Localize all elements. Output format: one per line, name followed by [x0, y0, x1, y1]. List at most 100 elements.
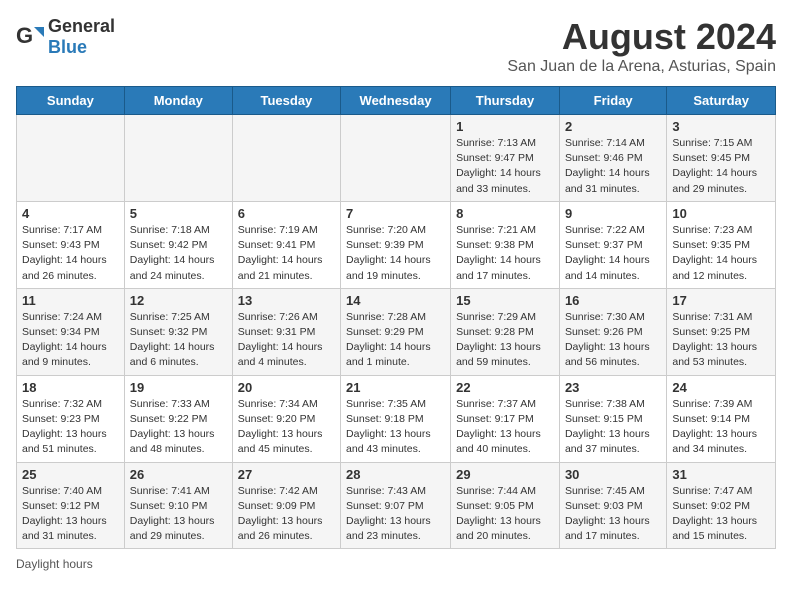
svg-text:G: G [16, 23, 33, 48]
day-info: Sunrise: 7:33 AM Sunset: 9:22 PM Dayligh… [130, 397, 227, 458]
day-cell-15: 15Sunrise: 7:29 AM Sunset: 9:28 PM Dayli… [451, 288, 560, 375]
day-info: Sunrise: 7:21 AM Sunset: 9:38 PM Dayligh… [456, 223, 554, 284]
day-number: 24 [672, 380, 770, 395]
day-info: Sunrise: 7:47 AM Sunset: 9:02 PM Dayligh… [672, 484, 770, 545]
day-cell-29: 29 Sunrise: 7:44 AM Sunset: 9:05 PM Dayli… [451, 462, 560, 549]
day-info: Sunrise: 7:41 AM Sunset: 9:10 PM Dayligh… [130, 484, 227, 545]
day-number: 10 [672, 206, 770, 221]
day-number: 3 [672, 119, 770, 134]
day-number: 25 [22, 467, 119, 482]
day-info: Sunrise: 7:15 AM Sunset: 9:45 PM Dayligh… [672, 136, 770, 197]
day-number: 16 [565, 293, 661, 308]
logo-text-general: General [48, 16, 115, 36]
day-info: Sunrise: 7:13 AM Sunset: 9:47 PM Dayligh… [456, 136, 554, 197]
day-cell-23: 23Sunrise: 7:38 AM Sunset: 9:15 PM Dayli… [559, 375, 666, 462]
day-info: Sunrise: 7:28 AM Sunset: 9:29 PM Dayligh… [346, 310, 445, 371]
day-number: 5 [130, 206, 227, 221]
col-header-tuesday: Tuesday [232, 87, 340, 115]
day-number: 19 [130, 380, 227, 395]
day-number: 21 [346, 380, 445, 395]
day-cell-24: 24 Sunrise: 7:39 AM Sunset: 9:14 PM Dayli… [667, 375, 776, 462]
day-number: 4 [22, 206, 119, 221]
day-info: Sunrise: 7:39 AM Sunset: 9:14 PM Dayligh… [672, 397, 770, 458]
col-header-monday: Monday [124, 87, 232, 115]
day-cell-2: 2Sunrise: 7:14 AM Sunset: 9:46 PM Daylig… [559, 115, 666, 202]
footer-note: Daylight hours [16, 557, 776, 571]
day-number: 7 [346, 206, 445, 221]
day-info: Sunrise: 7:44 AM Sunset: 9:05 PM Dayligh… [456, 484, 554, 545]
day-cell-17: 17 Sunrise: 7:31 AM Sunset: 9:25 PM Dayli… [667, 288, 776, 375]
col-header-wednesday: Wednesday [341, 87, 451, 115]
day-cell-4: 4 Sunrise: 7:17 AM Sunset: 9:43 PM Daylig… [17, 201, 125, 288]
day-cell-13: 13Sunrise: 7:26 AM Sunset: 9:31 PM Dayli… [232, 288, 340, 375]
day-cell-18: 18Sunrise: 7:32 AM Sunset: 9:23 PM Dayli… [17, 375, 125, 462]
day-cell-6: 6 Sunrise: 7:19 AM Sunset: 9:41 PM Daylig… [232, 201, 340, 288]
logo-text-blue: Blue [48, 37, 87, 57]
day-info: Sunrise: 7:17 AM Sunset: 9:43 PM Dayligh… [22, 223, 119, 284]
day-cell-11: 11 Sunrise: 7:24 AM Sunset: 9:34 PM Dayli… [17, 288, 125, 375]
day-info: Sunrise: 7:26 AM Sunset: 9:31 PM Dayligh… [238, 310, 335, 371]
week-row-2: 4 Sunrise: 7:17 AM Sunset: 9:43 PM Daylig… [17, 201, 776, 288]
day-number: 6 [238, 206, 335, 221]
day-info: Sunrise: 7:37 AM Sunset: 9:17 PM Dayligh… [456, 397, 554, 458]
day-cell-28: 28Sunrise: 7:43 AM Sunset: 9:07 PM Dayli… [341, 462, 451, 549]
day-info: Sunrise: 7:45 AM Sunset: 9:03 PM Dayligh… [565, 484, 661, 545]
day-cell-20: 20Sunrise: 7:34 AM Sunset: 9:20 PM Dayli… [232, 375, 340, 462]
day-number: 27 [238, 467, 335, 482]
day-cell-12: 12Sunrise: 7:25 AM Sunset: 9:32 PM Dayli… [124, 288, 232, 375]
logo-icon: G [16, 23, 44, 51]
main-title: August 2024 [507, 16, 776, 58]
title-area: August 2024 San Juan de la Arena, Asturi… [507, 16, 776, 76]
day-number: 9 [565, 206, 661, 221]
day-cell-27: 27 Sunrise: 7:42 AM Sunset: 9:09 PM Dayli… [232, 462, 340, 549]
day-info: Sunrise: 7:19 AM Sunset: 9:41 PM Dayligh… [238, 223, 335, 284]
day-number: 14 [346, 293, 445, 308]
day-number: 29 [456, 467, 554, 482]
day-cell-3: 3 Sunrise: 7:15 AM Sunset: 9:45 PM Daylig… [667, 115, 776, 202]
empty-cell [232, 115, 340, 202]
calendar-table: SundayMondayTuesdayWednesdayThursdayFrid… [16, 86, 776, 549]
day-number: 12 [130, 293, 227, 308]
subtitle: San Juan de la Arena, Asturias, Spain [507, 58, 776, 76]
col-header-sunday: Sunday [17, 87, 125, 115]
day-info: Sunrise: 7:22 AM Sunset: 9:37 PM Dayligh… [565, 223, 661, 284]
day-info: Sunrise: 7:31 AM Sunset: 9:25 PM Dayligh… [672, 310, 770, 371]
day-cell-21: 21 Sunrise: 7:35 AM Sunset: 9:18 PM Dayli… [341, 375, 451, 462]
day-cell-10: 10 Sunrise: 7:23 AM Sunset: 9:35 PM Dayli… [667, 201, 776, 288]
day-cell-1: 1 Sunrise: 7:13 AM Sunset: 9:47 PM Daylig… [451, 115, 560, 202]
empty-cell [124, 115, 232, 202]
day-cell-31: 31 Sunrise: 7:47 AM Sunset: 9:02 PM Dayli… [667, 462, 776, 549]
day-cell-5: 5 Sunrise: 7:18 AM Sunset: 9:42 PM Daylig… [124, 201, 232, 288]
col-header-saturday: Saturday [667, 87, 776, 115]
day-cell-9: 9 Sunrise: 7:22 AM Sunset: 9:37 PM Daylig… [559, 201, 666, 288]
day-cell-26: 26 Sunrise: 7:41 AM Sunset: 9:10 PM Dayli… [124, 462, 232, 549]
day-info: Sunrise: 7:35 AM Sunset: 9:18 PM Dayligh… [346, 397, 445, 458]
day-cell-19: 19 Sunrise: 7:33 AM Sunset: 9:22 PM Dayli… [124, 375, 232, 462]
header-row: SundayMondayTuesdayWednesdayThursdayFrid… [17, 87, 776, 115]
day-info: Sunrise: 7:23 AM Sunset: 9:35 PM Dayligh… [672, 223, 770, 284]
day-cell-22: 22Sunrise: 7:37 AM Sunset: 9:17 PM Dayli… [451, 375, 560, 462]
day-info: Sunrise: 7:34 AM Sunset: 9:20 PM Dayligh… [238, 397, 335, 458]
week-row-3: 11 Sunrise: 7:24 AM Sunset: 9:34 PM Dayli… [17, 288, 776, 375]
week-row-5: 25 Sunrise: 7:40 AM Sunset: 9:12 PM Dayli… [17, 462, 776, 549]
empty-cell [17, 115, 125, 202]
day-number: 2 [565, 119, 661, 134]
day-number: 26 [130, 467, 227, 482]
day-number: 1 [456, 119, 554, 134]
day-number: 15 [456, 293, 554, 308]
day-info: Sunrise: 7:42 AM Sunset: 9:09 PM Dayligh… [238, 484, 335, 545]
day-cell-30: 30 Sunrise: 7:45 AM Sunset: 9:03 PM Dayli… [559, 462, 666, 549]
empty-cell [341, 115, 451, 202]
day-number: 30 [565, 467, 661, 482]
day-number: 23 [565, 380, 661, 395]
day-info: Sunrise: 7:24 AM Sunset: 9:34 PM Dayligh… [22, 310, 119, 371]
day-cell-8: 8Sunrise: 7:21 AM Sunset: 9:38 PM Daylig… [451, 201, 560, 288]
col-header-thursday: Thursday [451, 87, 560, 115]
day-cell-7: 7Sunrise: 7:20 AM Sunset: 9:39 PM Daylig… [341, 201, 451, 288]
day-info: Sunrise: 7:18 AM Sunset: 9:42 PM Dayligh… [130, 223, 227, 284]
day-number: 11 [22, 293, 119, 308]
day-number: 31 [672, 467, 770, 482]
day-number: 17 [672, 293, 770, 308]
day-info: Sunrise: 7:43 AM Sunset: 9:07 PM Dayligh… [346, 484, 445, 545]
day-info: Sunrise: 7:40 AM Sunset: 9:12 PM Dayligh… [22, 484, 119, 545]
